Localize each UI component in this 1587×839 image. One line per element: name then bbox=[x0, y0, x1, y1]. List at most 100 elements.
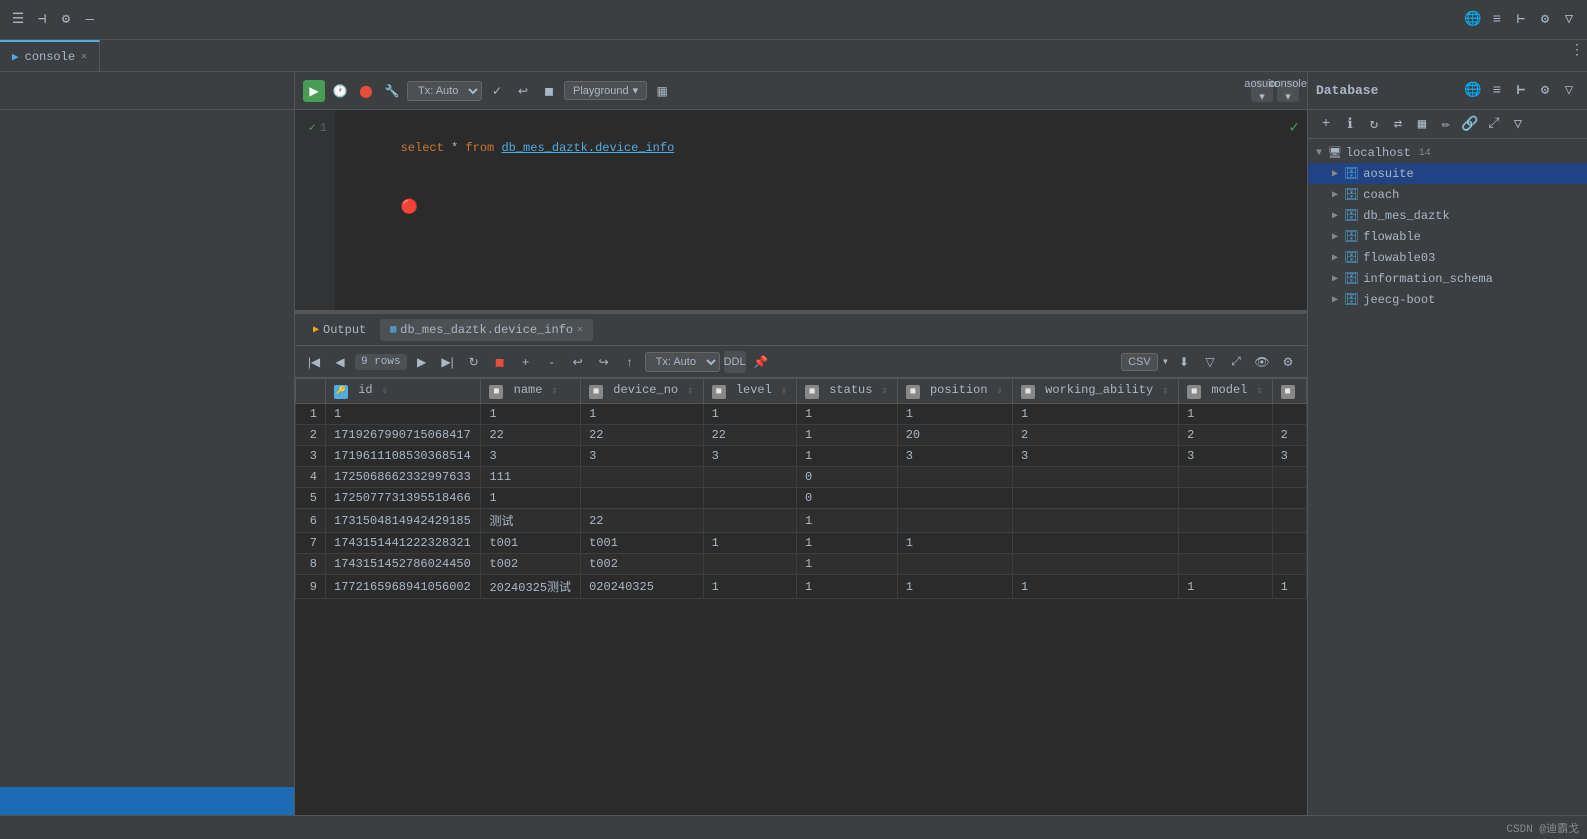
device-info-tab-label: db_mes_daztk.device_info bbox=[400, 323, 573, 337]
table-row[interactable]: 61731504814942429185测试221 bbox=[296, 509, 1307, 533]
stop-button[interactable]: ⬤ bbox=[355, 80, 377, 102]
prev-page-button[interactable]: ◀ bbox=[329, 351, 351, 373]
col-position[interactable]: ▦ position ⇕ bbox=[897, 379, 1012, 404]
db-settings-icon[interactable]: ⚙ bbox=[1535, 81, 1555, 101]
playground-button[interactable]: Playground ▾ bbox=[564, 81, 647, 100]
pin-button[interactable]: 📌 bbox=[750, 351, 772, 373]
menu-icon[interactable]: ☰ bbox=[8, 10, 28, 30]
console-button[interactable]: console ▾ bbox=[1277, 80, 1299, 102]
csv-button[interactable]: CSV bbox=[1121, 353, 1158, 371]
tab-console[interactable]: ▶ console ✕ bbox=[0, 40, 100, 71]
db-split-icon[interactable]: ⊢ bbox=[1511, 81, 1531, 101]
next-page-button[interactable]: ▶ bbox=[411, 351, 433, 373]
db-filter2-icon[interactable]: ▽ bbox=[1508, 114, 1528, 134]
last-page-button[interactable]: ▶| bbox=[437, 351, 459, 373]
db-item-db-mes-daztk[interactable]: ▶ 🗄 db_mes_daztk bbox=[1308, 205, 1587, 226]
db-item-jeecg-boot[interactable]: ▶ 🗄 jeecg-boot bbox=[1308, 289, 1587, 310]
remove-row-button[interactable]: - bbox=[541, 351, 563, 373]
filter-icon[interactable]: ▽ bbox=[1559, 10, 1579, 30]
block-button[interactable]: ◼ bbox=[538, 80, 560, 102]
redo-button[interactable]: ↪ bbox=[593, 351, 615, 373]
db-item-coach[interactable]: ▶ 🗄 coach bbox=[1308, 184, 1587, 205]
minimize-icon[interactable]: — bbox=[80, 10, 100, 30]
table-button[interactable]: ▦ bbox=[651, 80, 673, 102]
position-sort-icon[interactable]: ⇕ bbox=[997, 386, 1003, 397]
check-button[interactable]: ✓ bbox=[486, 80, 508, 102]
name-sort-icon[interactable]: ⇕ bbox=[552, 386, 558, 397]
up-button[interactable]: ↑ bbox=[619, 351, 641, 373]
tab-device-info[interactable]: ▦ db_mes_daztk.device_info ✕ bbox=[380, 319, 593, 341]
working-ability-sort-icon[interactable]: ⇕ bbox=[1162, 386, 1168, 397]
gear2-icon[interactable]: ⚙ bbox=[1535, 10, 1555, 30]
history-button[interactable]: 🕐 bbox=[329, 80, 351, 102]
stop2-button[interactable]: ◼ bbox=[489, 351, 511, 373]
sync-icon[interactable]: ⇄ bbox=[1388, 114, 1408, 134]
cell-status: 1 bbox=[797, 425, 898, 446]
db-item-information-schema[interactable]: ▶ 🗄 information_schema bbox=[1308, 268, 1587, 289]
localhost-item[interactable]: ▼ 🖥 localhost 14 bbox=[1308, 143, 1587, 163]
settings-icon[interactable]: ⚙ bbox=[56, 10, 76, 30]
settings2-button[interactable]: ⚙ bbox=[1277, 351, 1299, 373]
table-icon[interactable]: ▦ bbox=[1412, 114, 1432, 134]
tab-close[interactable]: ✕ bbox=[81, 51, 87, 63]
run-button[interactable]: ▶ bbox=[303, 80, 325, 102]
download-button[interactable]: ⬇ bbox=[1173, 351, 1195, 373]
tx-dropdown2[interactable]: Tx: Auto bbox=[645, 352, 720, 372]
table-row[interactable]: 9177216596894105600220240325测试0202403251… bbox=[296, 575, 1307, 599]
first-page-button[interactable]: |◀ bbox=[303, 351, 325, 373]
editor-content[interactable]: select * from db_mes_daztk.device_info 🔴… bbox=[335, 110, 1307, 310]
db-item-flowable03[interactable]: ▶ 🗄 flowable03 bbox=[1308, 247, 1587, 268]
col-level[interactable]: ▦ level ⇕ bbox=[703, 379, 796, 404]
refresh-db-icon[interactable]: ↻ bbox=[1364, 114, 1384, 134]
info-icon[interactable]: ℹ bbox=[1340, 114, 1360, 134]
db-align-icon[interactable]: ≡ bbox=[1487, 81, 1507, 101]
more-icon[interactable]: ⋮ bbox=[1567, 40, 1587, 60]
undo-button[interactable]: ↩ bbox=[512, 80, 534, 102]
db-item-flowable[interactable]: ▶ 🗄 flowable bbox=[1308, 226, 1587, 247]
filter2-button[interactable]: ▽ bbox=[1199, 351, 1221, 373]
col-device-no[interactable]: ▦ device_no ⇕ bbox=[581, 379, 704, 404]
split2-icon[interactable]: ⊢ bbox=[1511, 10, 1531, 30]
col-model[interactable]: ▦ model ⇕ bbox=[1179, 379, 1272, 404]
table-row[interactable]: 3171961110853036851433313333 bbox=[296, 446, 1307, 467]
edit-icon[interactable]: ✏ bbox=[1436, 114, 1456, 134]
table-row[interactable]: 21719267990715068417222222120222 bbox=[296, 425, 1307, 446]
table-row[interactable]: 71743151441222328321t001t001111 bbox=[296, 533, 1307, 554]
link-icon[interactable]: 🔗 bbox=[1460, 114, 1480, 134]
refresh-button[interactable]: ↻ bbox=[463, 351, 485, 373]
information-schema-expand: ▶ bbox=[1332, 273, 1338, 285]
table-row[interactable]: 111111111 bbox=[296, 404, 1307, 425]
view-button[interactable]: 👁 bbox=[1251, 351, 1273, 373]
level-sort-icon[interactable]: ⇕ bbox=[781, 386, 787, 397]
wrench-button[interactable]: 🔧 bbox=[381, 80, 403, 102]
table-row[interactable]: 5172507773139551846610 bbox=[296, 488, 1307, 509]
tab-output[interactable]: ▶ Output bbox=[303, 319, 376, 341]
db-global-icon[interactable]: 🌐 bbox=[1463, 10, 1483, 30]
align-icon[interactable]: ≡ bbox=[1487, 10, 1507, 30]
expand2-icon[interactable]: ⤢ bbox=[1484, 114, 1504, 134]
table-row[interactable]: 417250686623329976331110 bbox=[296, 467, 1307, 488]
model-sort-icon[interactable]: ⇕ bbox=[1257, 386, 1263, 397]
expand-button[interactable]: ⤢ bbox=[1225, 351, 1247, 373]
ddl-button[interactable]: DDL bbox=[724, 351, 746, 373]
db-item-aosuite[interactable]: ▶ 🗄 aosuite bbox=[1308, 163, 1587, 184]
db-filter-icon[interactable]: ▽ bbox=[1559, 81, 1579, 101]
col-name-label: name bbox=[514, 383, 543, 397]
line-numbers: ✓ 1 bbox=[295, 110, 335, 310]
device-no-sort-icon[interactable]: ⇕ bbox=[687, 386, 693, 397]
add-row-button[interactable]: + bbox=[515, 351, 537, 373]
id-sort-icon[interactable]: ⇕ bbox=[382, 386, 388, 397]
col-id[interactable]: 🔑 id ⇕ bbox=[326, 379, 481, 404]
db-globe-icon[interactable]: 🌐 bbox=[1463, 81, 1483, 101]
device-info-tab-close[interactable]: ✕ bbox=[577, 324, 583, 336]
col-extra[interactable]: ▦ bbox=[1272, 379, 1306, 404]
status-sort-icon[interactable]: ⇕ bbox=[882, 386, 888, 397]
col-status[interactable]: ▦ status ⇕ bbox=[797, 379, 898, 404]
undo2-button[interactable]: ↩ bbox=[567, 351, 589, 373]
split-icon[interactable]: ⊣ bbox=[32, 10, 52, 30]
table-row[interactable]: 81743151452786024450t002t0021 bbox=[296, 554, 1307, 575]
col-working-ability[interactable]: ▦ working_ability ⇕ bbox=[1012, 379, 1178, 404]
col-name[interactable]: ▦ name ⇕ bbox=[481, 379, 581, 404]
add-db-icon[interactable]: + bbox=[1316, 114, 1336, 134]
tx-dropdown[interactable]: Tx: Auto bbox=[407, 81, 482, 101]
